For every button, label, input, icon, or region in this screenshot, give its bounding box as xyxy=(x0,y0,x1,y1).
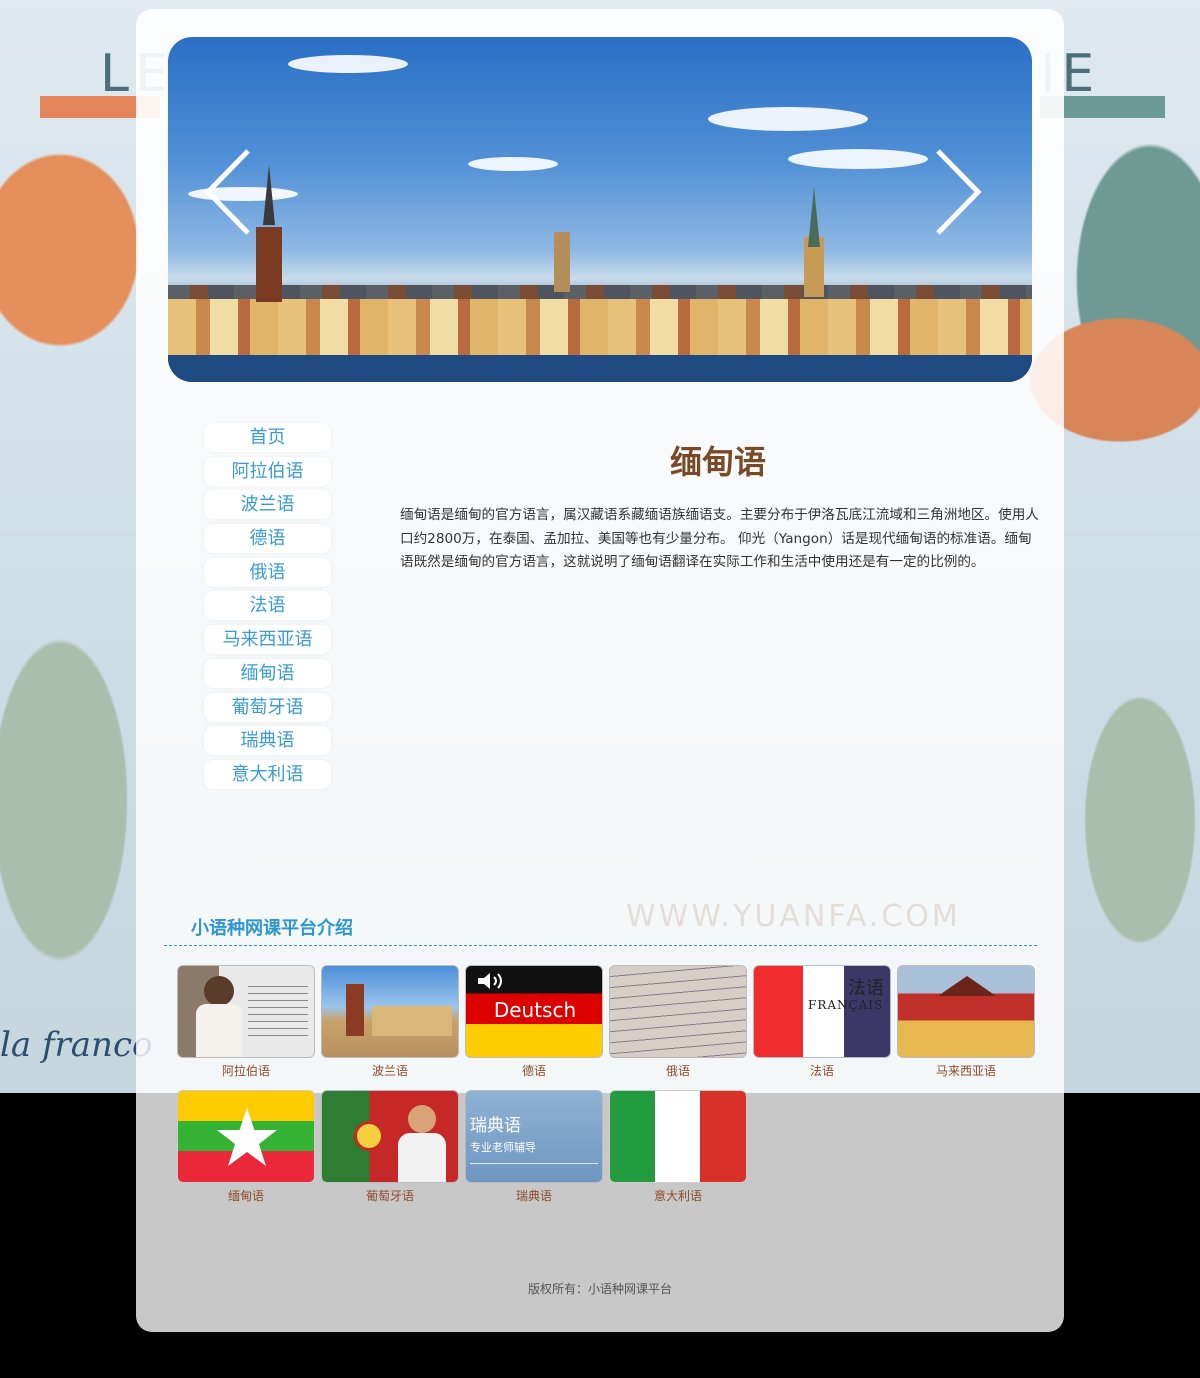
footer-copyright: 版权所有：小语种网课平台 xyxy=(527,1282,672,1296)
nav-item-french[interactable]: 法语 xyxy=(204,591,331,621)
building-roof xyxy=(938,976,996,996)
swedish-thumbnail-image: 瑞典语 专业老师辅导 xyxy=(465,1090,603,1183)
gallery-caption: 缅甸语 xyxy=(227,1189,264,1203)
background-franco-text: la franco xyxy=(0,1025,153,1065)
cloud xyxy=(708,107,868,131)
nav-item-arabic[interactable]: 阿拉伯语 xyxy=(204,456,331,486)
german-thumbnail-image: Deutsch xyxy=(465,965,603,1058)
section-divider xyxy=(164,945,1037,946)
gallery-caption: 瑞典语 xyxy=(515,1189,552,1203)
swedish-thumbnail-text: 瑞典语 xyxy=(470,1116,521,1136)
article-title: 缅甸语 xyxy=(669,443,766,481)
church-tower xyxy=(346,984,364,1036)
gallery-item-burmese[interactable]: 缅甸语 xyxy=(177,1090,315,1204)
gallery-item-german[interactable]: Deutsch 德语 xyxy=(465,965,603,1079)
article-body: 缅甸语是缅甸的官方语言，属汉藏语系藏缅语族缅语支。主要分布于伊洛瓦底江流域和三角… xyxy=(400,507,1039,570)
gallery-item-french[interactable]: 法语 FRANÇAIS 法语 xyxy=(753,965,891,1079)
nav-item-german[interactable]: 德语 xyxy=(204,524,331,554)
church-spire xyxy=(263,165,275,225)
student-head xyxy=(408,1105,436,1133)
burmese-thumbnail-image xyxy=(177,1090,315,1183)
arabic-thumbnail-image xyxy=(177,965,315,1058)
russian-thumbnail-image xyxy=(609,965,747,1058)
gallery-caption: 葡萄牙语 xyxy=(365,1189,414,1203)
section-heading: 小语种网课平台介绍 xyxy=(191,918,353,939)
gallery-caption: 波兰语 xyxy=(371,1064,408,1078)
gallery-item-malay[interactable]: 马来西亚语 xyxy=(897,965,1035,1079)
french-thumbnail-subtext: FRANÇAIS xyxy=(808,998,884,1012)
church-tower xyxy=(554,232,570,292)
gallery-item-arabic[interactable]: 阿拉伯语 xyxy=(177,965,315,1079)
speaker-icon xyxy=(478,973,502,989)
german-thumbnail-text: Deutsch xyxy=(493,998,577,1022)
coat-of-arms xyxy=(354,1121,384,1151)
banner-next-button[interactable] xyxy=(930,147,990,237)
banner-prev-button[interactable] xyxy=(200,147,260,237)
banner-city xyxy=(168,299,1032,359)
gallery-caption: 意大利语 xyxy=(653,1189,702,1203)
church-tower xyxy=(256,227,282,302)
church-spire xyxy=(808,187,820,247)
star-icon xyxy=(217,1108,277,1166)
cloud xyxy=(788,149,928,169)
whiteboard-writing xyxy=(248,980,308,1040)
italian-thumbnail-image xyxy=(609,1090,747,1183)
french-thumbnail-text: 法语 xyxy=(848,978,884,999)
gallery-caption: 马来西亚语 xyxy=(935,1064,996,1078)
swedish-thumbnail-subtext: 专业老师辅导 xyxy=(470,1141,536,1154)
student-shirt xyxy=(398,1133,446,1182)
nav-item-home[interactable]: 首页 xyxy=(204,423,331,452)
nav-item-italian[interactable]: 意大利语 xyxy=(204,759,331,789)
banner-water xyxy=(168,355,1032,382)
gallery-item-swedish[interactable]: 瑞典语 专业老师辅导 瑞典语 xyxy=(465,1090,603,1204)
malay-thumbnail-image xyxy=(897,965,1035,1058)
cloth-hall xyxy=(372,1006,452,1036)
gallery-caption: 法语 xyxy=(809,1064,834,1078)
cloud xyxy=(468,157,558,171)
teacher-robe xyxy=(196,1004,242,1057)
gallery-item-portuguese[interactable]: 葡萄牙语 xyxy=(321,1090,459,1204)
french-thumbnail-image: 法语 FRANÇAIS xyxy=(753,965,891,1058)
gallery-item-russian[interactable]: 俄语 xyxy=(609,965,747,1079)
gallery-item-polish[interactable]: 波兰语 xyxy=(321,965,459,1079)
swedish-thumbnail-line xyxy=(470,1163,598,1164)
chevron-left-icon xyxy=(204,149,250,235)
chevron-right-icon xyxy=(936,149,982,235)
nav-item-burmese[interactable]: 缅甸语 xyxy=(204,658,331,688)
gallery-caption: 阿拉伯语 xyxy=(221,1064,270,1078)
nav-item-polish[interactable]: 波兰语 xyxy=(204,490,331,520)
gallery-caption: 德语 xyxy=(521,1064,546,1078)
cloud xyxy=(288,55,408,73)
teacher-head xyxy=(204,976,234,1006)
gallery-caption: 俄语 xyxy=(665,1064,690,1078)
nav-item-portuguese[interactable]: 葡萄牙语 xyxy=(204,692,331,722)
gallery-item-italian[interactable]: 意大利语 xyxy=(609,1090,747,1204)
polish-thumbnail-image xyxy=(321,965,459,1058)
watermark: WWW.YUANFA.COM xyxy=(626,899,961,934)
nav-item-swedish[interactable]: 瑞典语 xyxy=(204,726,331,756)
portuguese-thumbnail-image xyxy=(321,1090,459,1183)
sidebar-nav: 首页 阿拉伯语 波兰语 德语 俄语 法语 马来西亚语 缅甸语 葡萄牙语 瑞典语 … xyxy=(204,423,331,794)
nav-item-russian[interactable]: 俄语 xyxy=(204,557,331,587)
nav-item-malay[interactable]: 马来西亚语 xyxy=(204,625,331,655)
hero-banner[interactable] xyxy=(168,37,1032,382)
